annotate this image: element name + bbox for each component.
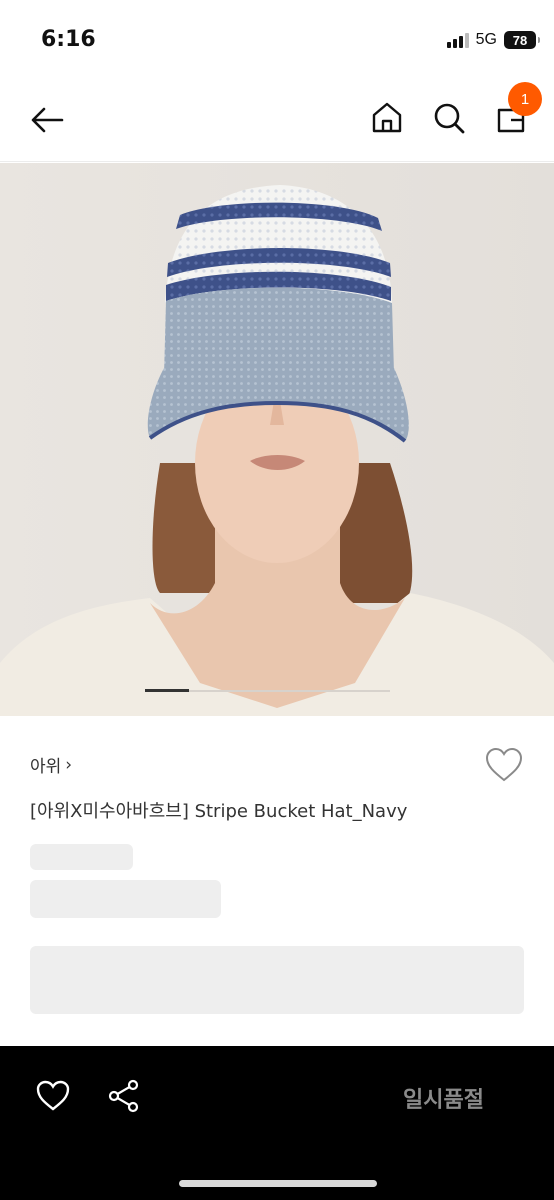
- product-photo: [0, 163, 554, 716]
- status-bar: 6:16 5G 78: [0, 0, 554, 78]
- sold-out-label: 일시품절: [403, 1088, 484, 1113]
- status-indicators: 5G 78: [446, 31, 540, 49]
- cart-count-badge: 1: [508, 82, 542, 116]
- top-nav: [0, 78, 554, 162]
- back-button[interactable]: [28, 100, 68, 140]
- home-button[interactable]: [368, 98, 406, 138]
- wishlist-button[interactable]: [484, 746, 524, 784]
- product-image[interactable]: [0, 163, 554, 716]
- search-button[interactable]: [430, 98, 468, 138]
- search-icon: [434, 103, 465, 134]
- home-indicator[interactable]: [179, 1180, 377, 1187]
- chevron-right-icon: ›: [65, 754, 73, 775]
- price-placeholder: [30, 844, 133, 870]
- home-icon: [372, 102, 402, 133]
- network-type: 5G: [475, 31, 497, 48]
- brand-name: 아위: [30, 757, 62, 777]
- carousel-indicator: [145, 689, 189, 692]
- battery-level: 78: [512, 32, 528, 48]
- heart-outline-icon: [36, 1080, 70, 1111]
- product-title: [아위X미수아바흐브] Stripe Bucket Hat_Navy: [30, 801, 408, 822]
- signal-icon: [446, 32, 469, 48]
- heart-outline-icon: [485, 747, 523, 782]
- bottom-action-bar: 일시품절: [0, 1046, 554, 1200]
- info-placeholder: [30, 946, 524, 1014]
- discount-placeholder: [30, 880, 221, 918]
- battery-icon: 78: [504, 31, 540, 49]
- share-button[interactable]: [106, 1078, 142, 1114]
- bottom-wishlist-button[interactable]: [35, 1078, 71, 1114]
- arrow-left-icon: [31, 107, 64, 133]
- status-time: 6:16: [41, 27, 96, 52]
- share-icon: [108, 1079, 139, 1113]
- brand-link[interactable]: 아위 ›: [30, 752, 73, 778]
